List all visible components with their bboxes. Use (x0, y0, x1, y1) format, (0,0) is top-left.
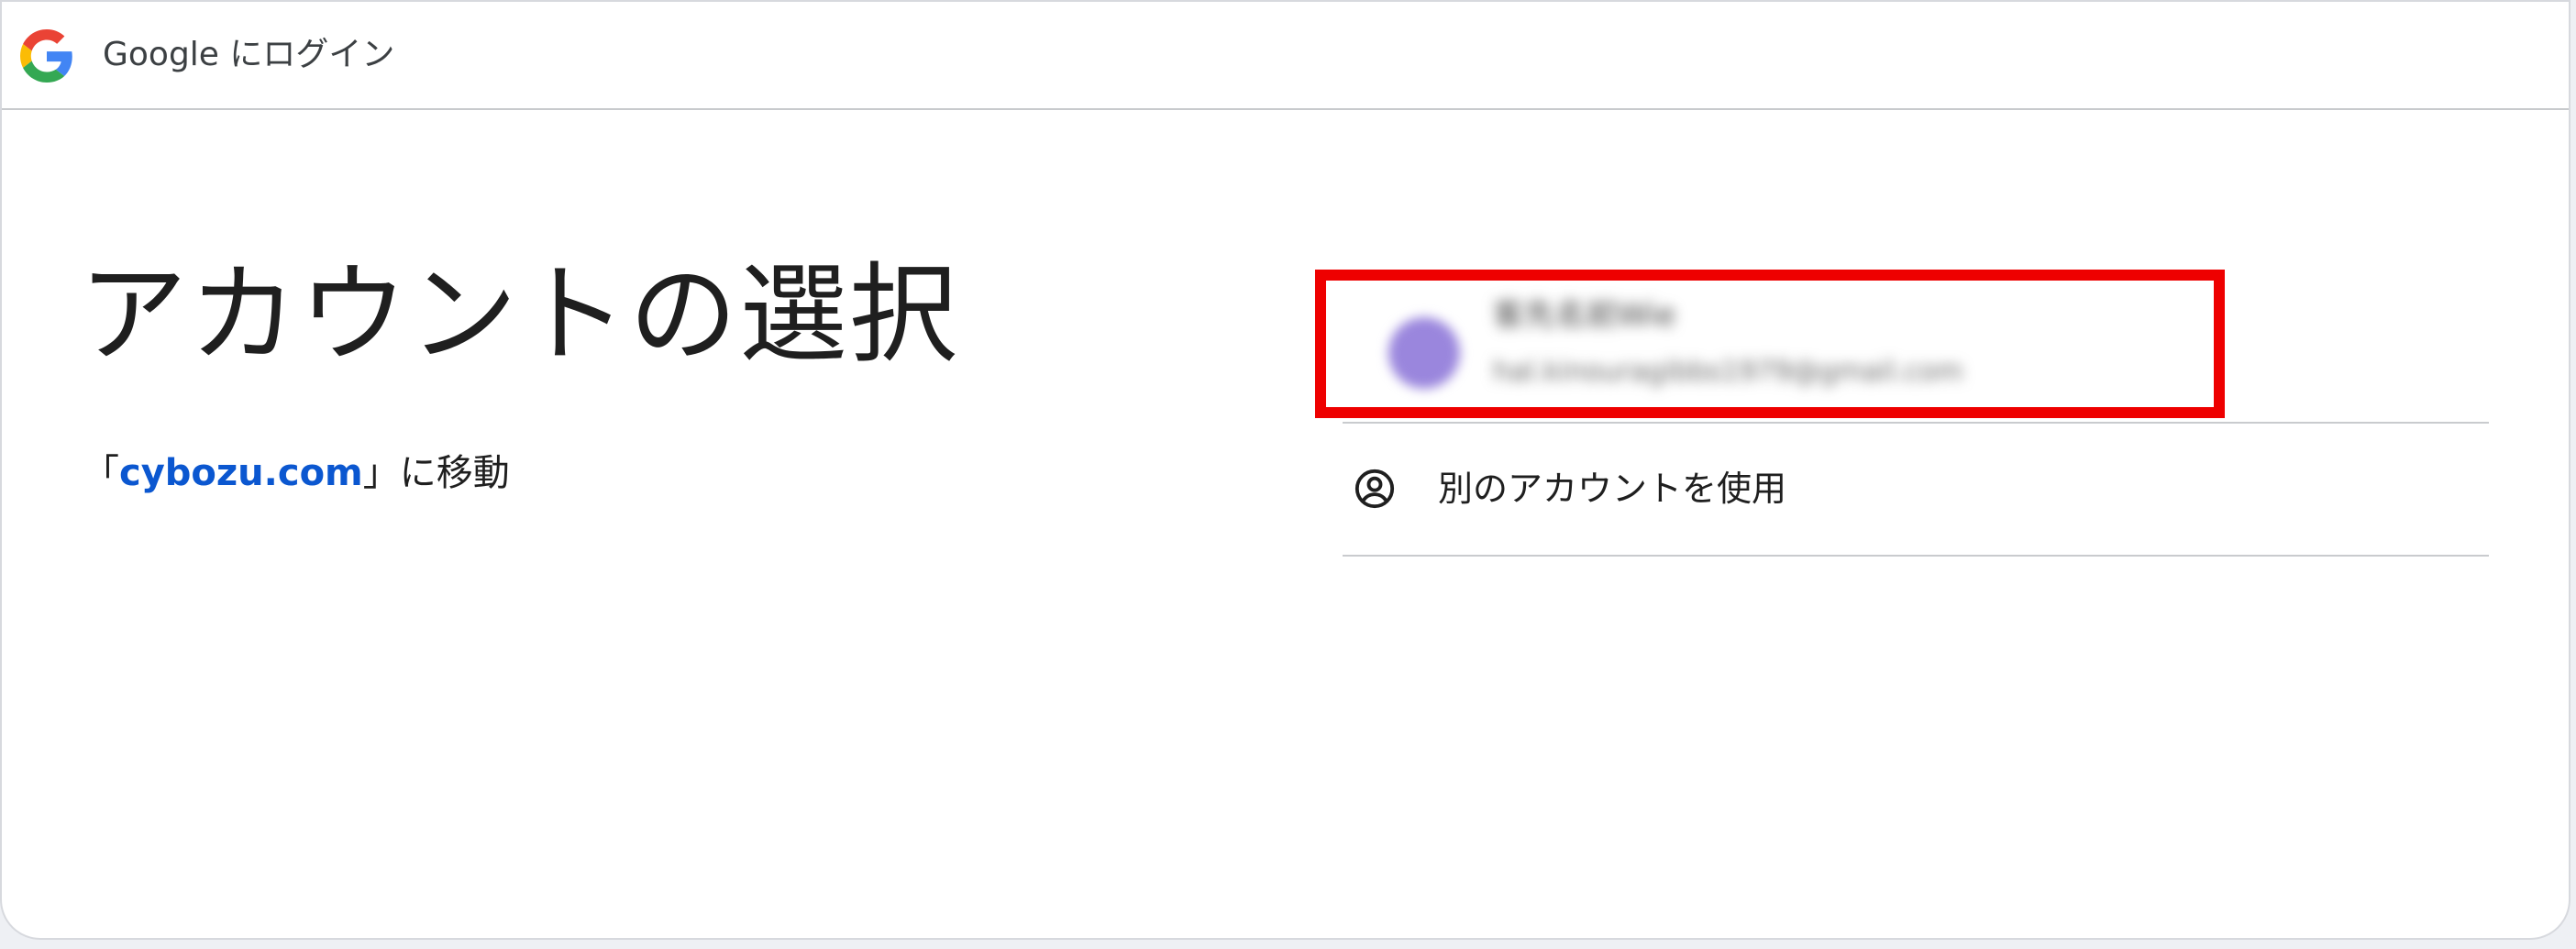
continue-to-text: 「cybozu.com」に移動 (83, 449, 510, 497)
header-title-suffix: にログイン (218, 36, 395, 73)
use-another-account-label: 別のアカウントを使用 (1438, 469, 1787, 509)
continue-prefix: 「 (83, 452, 119, 494)
header-title: Google にログイン (103, 33, 394, 77)
google-logo-icon (20, 29, 72, 83)
page-title: アカウントの選択 (79, 251, 960, 378)
avatar (1388, 317, 1460, 389)
account-list-item[interactable]: 客先名前Wie hal.kinouragibbs1979@gmail.com (1343, 277, 2489, 414)
continue-suffix: 」に移動 (362, 452, 510, 494)
login-window: Google にログイン アカウントの選択 「cybozu.com」に移動 客先… (0, 0, 2570, 940)
header-brand: Google (103, 36, 219, 73)
login-header: Google にログイン (2, 2, 2569, 110)
use-another-account-button[interactable]: 別のアカウントを使用 (1343, 424, 2489, 554)
account-circle-icon (1354, 469, 1395, 509)
cybozu-link[interactable]: cybozu.com (119, 452, 363, 494)
account-name: 客先名前Wie (1493, 297, 1676, 334)
account-email: hal.kinouragibbs1979@gmail.com (1493, 356, 1963, 388)
list-bottom-divider (1343, 555, 2489, 557)
